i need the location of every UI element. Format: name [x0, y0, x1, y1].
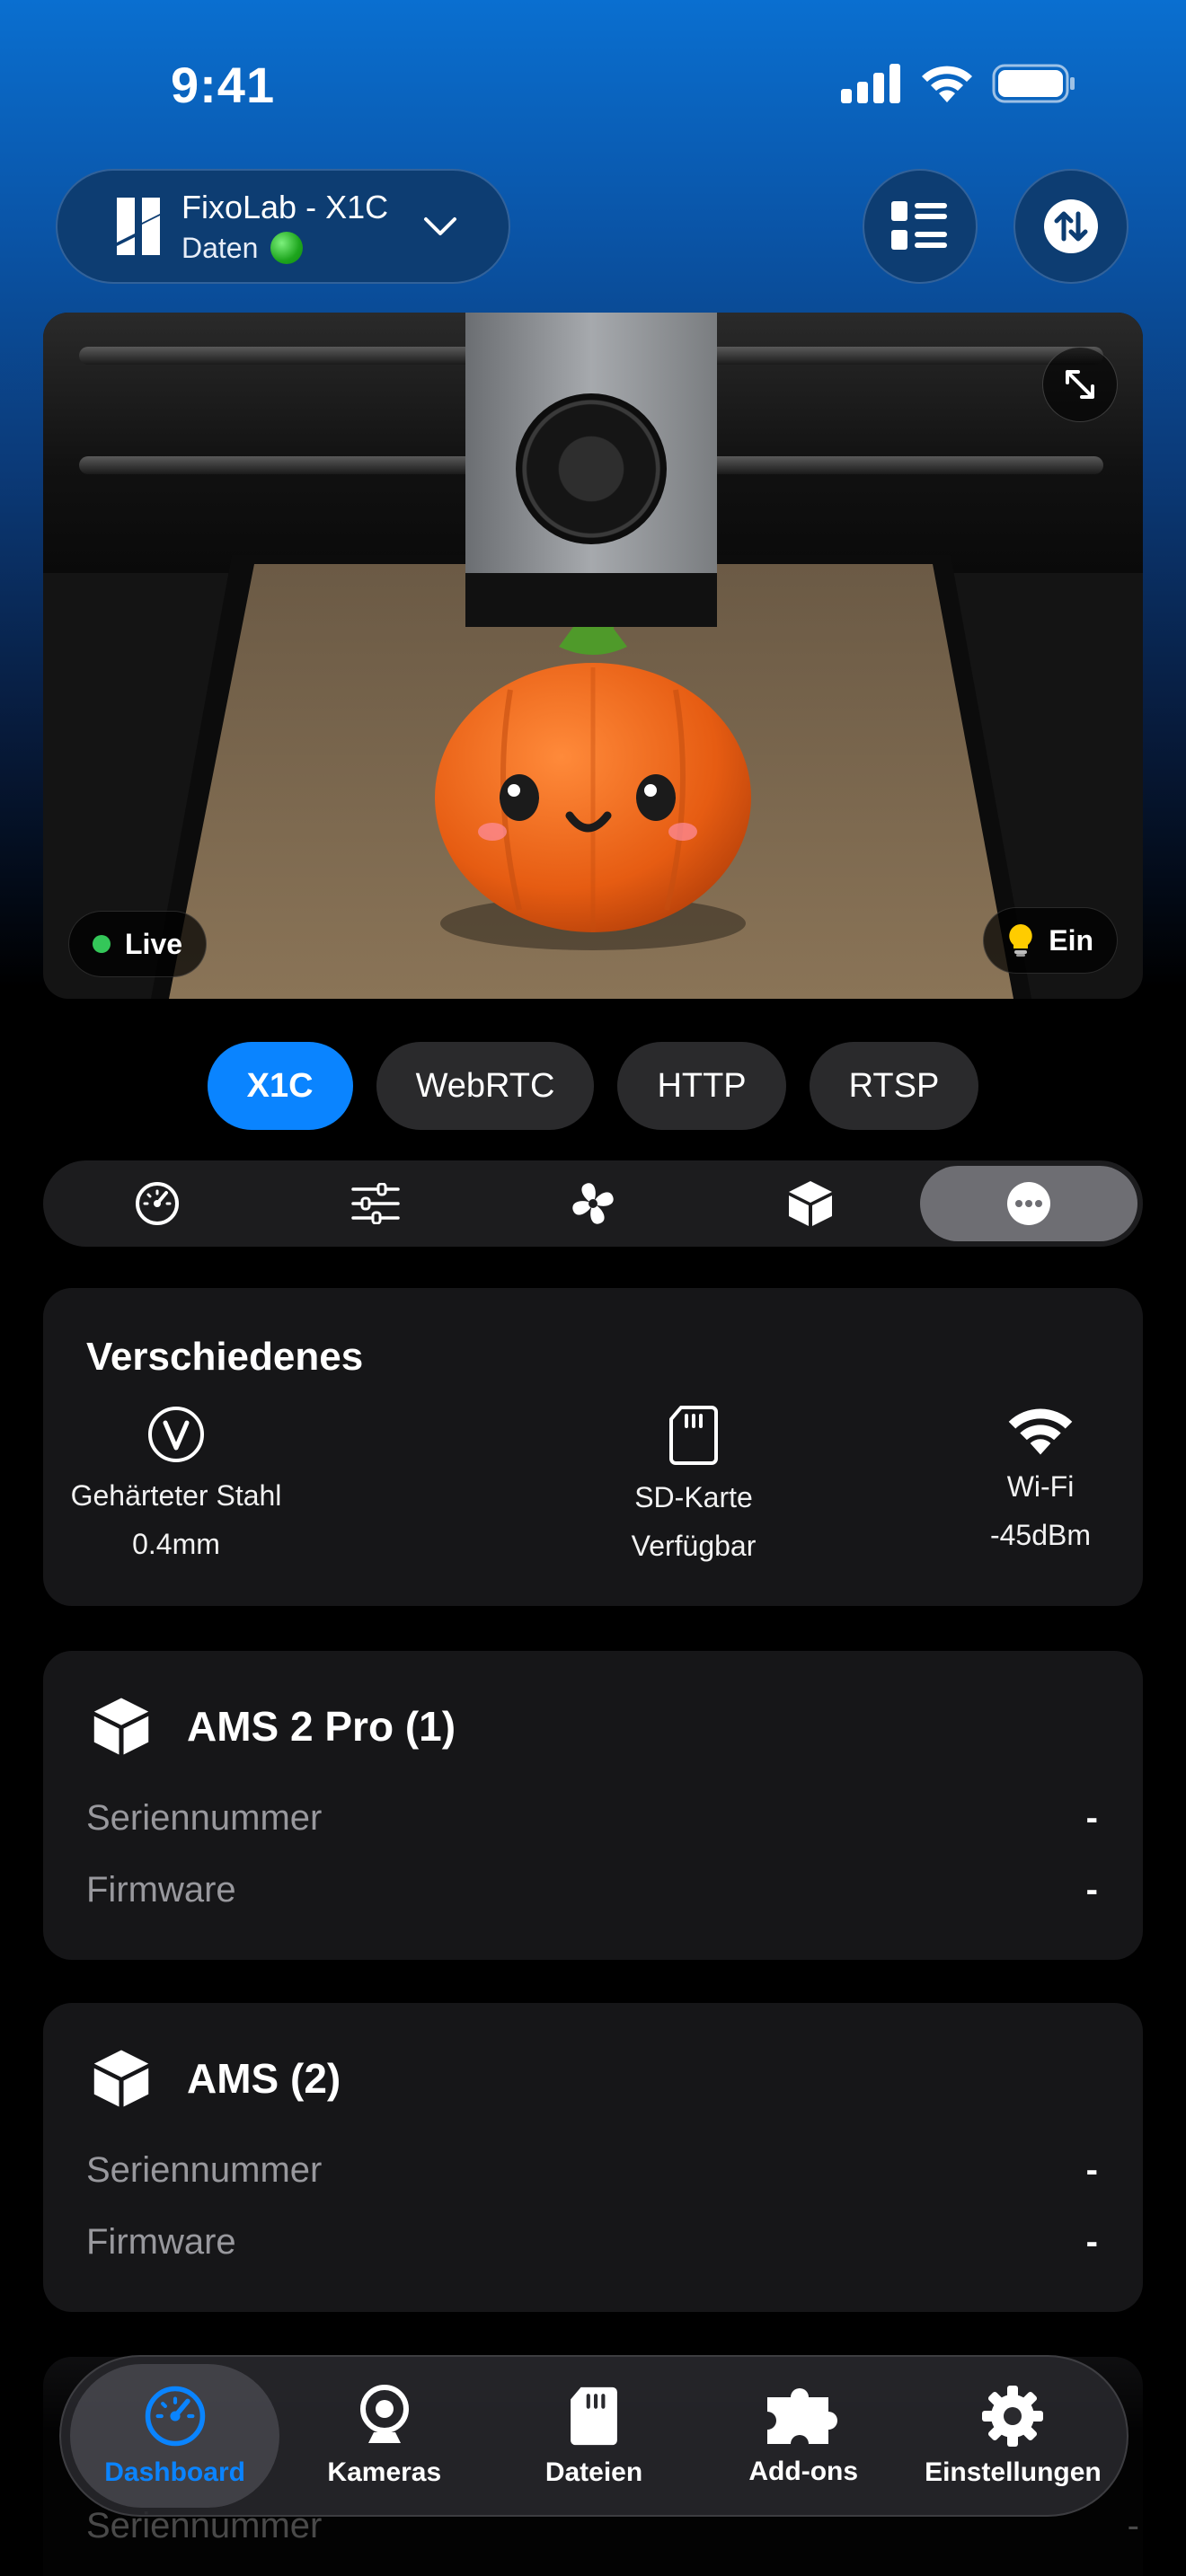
nozzle-size: 0.4mm: [132, 1528, 220, 1560]
stream-tab-webrtc[interactable]: WebRTC: [376, 1042, 595, 1130]
tab-label: Dashboard: [104, 2457, 245, 2487]
toolhead-fan: [516, 393, 667, 544]
bottom-tab-bar: Dashboard Kameras Dateien Add-ons Einste…: [59, 2355, 1128, 2517]
ams-card: AMS (2) Seriennummer - Firmware -: [43, 2003, 1143, 2312]
ams-title: AMS (2): [187, 2055, 341, 2102]
more-icon: [1006, 1182, 1050, 1225]
sliders-icon: [350, 1183, 400, 1224]
serial-value: -: [1085, 1798, 1098, 1838]
status-time: 9:41: [171, 57, 276, 113]
live-label: Live: [125, 927, 183, 960]
firmware-label: Firmware: [86, 2222, 236, 2262]
app-screen: 9:41 FixoLab - X1C Daten Live Ein X1C We…: [0, 0, 1186, 2576]
cube-icon: [93, 1698, 149, 1755]
printer-selector[interactable]: FixoLab - X1C Daten: [56, 169, 510, 284]
misc-title: Verschiedenes: [86, 1335, 364, 1379]
wifi-info: Wi-Fi -45dBm: [951, 1405, 1130, 1559]
plate-type: Gehärteter Stahl: [70, 1479, 282, 1512]
lightbulb-icon: [1009, 924, 1032, 957]
firmware-value: -: [1085, 1870, 1098, 1910]
stream-tab-rtsp[interactable]: RTSP: [809, 1042, 979, 1130]
light-toggle[interactable]: Ein: [983, 907, 1118, 974]
gear-icon: [982, 2386, 1044, 2447]
stream-tab-x1c[interactable]: X1C: [207, 1042, 353, 1130]
printer-subtitle-row: Daten: [181, 232, 388, 265]
tab-label: Einstellungen: [925, 2457, 1102, 2487]
bambu-logo-icon: [117, 198, 160, 255]
plate-v-icon: [148, 1407, 204, 1462]
stream-source-tabs: X1C WebRTC HTTP RTSP: [0, 1042, 1186, 1130]
sd-card-icon: [669, 1406, 718, 1465]
tab-label: Kameras: [327, 2457, 442, 2487]
ams-serial-row: Seriennummer -: [86, 1798, 1098, 1839]
list-view-button[interactable]: [863, 169, 978, 284]
misc-card: Verschiedenes Gehärteter Stahl 0.4mm SD-…: [43, 1288, 1143, 1606]
serial-label: Seriennummer: [86, 2150, 323, 2190]
tab-dashboard[interactable]: Dashboard: [70, 2364, 280, 2508]
firmware-label: Firmware: [86, 1870, 236, 1910]
sd-card-status: Verfügbar: [631, 1530, 757, 1562]
sd-card-label: SD-Karte: [634, 1481, 753, 1513]
toolhead-base: [465, 573, 717, 627]
serial-label: Seriennummer: [86, 1798, 323, 1838]
webcam-icon: [359, 2385, 409, 2443]
live-dot: [93, 935, 111, 953]
ams-firmware-row: Firmware -: [86, 1870, 1098, 1910]
printer-texts: FixoLab - X1C Daten: [181, 189, 388, 265]
ams-header: AMS (2): [92, 2048, 341, 2109]
cube-icon: [93, 2050, 149, 2107]
wifi-status-icon: [922, 66, 972, 102]
status-bar: 9:41: [0, 0, 1186, 171]
arrows-up-down-icon: [1044, 199, 1098, 253]
chevron-down-icon: [424, 217, 456, 235]
ams-serial-row: Seriennummer -: [86, 2150, 1098, 2191]
ams-firmware-row: Firmware -: [86, 2222, 1098, 2263]
connection-status-dot: [270, 232, 304, 264]
printer-name: FixoLab - X1C: [181, 188, 389, 225]
tab-dateien[interactable]: Dateien: [489, 2364, 698, 2508]
section-tab-controls[interactable]: [266, 1166, 483, 1241]
light-label: Ein: [1049, 923, 1093, 957]
status-icons: [841, 63, 1076, 104]
fan-icon: [572, 1183, 614, 1224]
tab-einstellungen[interactable]: Einstellungen: [908, 2364, 1118, 2508]
puzzle-icon: [767, 2387, 838, 2444]
tab-label: Dateien: [544, 2457, 643, 2487]
section-tab-ams[interactable]: [702, 1166, 919, 1241]
ams-header: AMS 2 Pro (1): [92, 1696, 456, 1757]
wifi-label: Wi-Fi: [1006, 1470, 1075, 1503]
ams-title: AMS 2 Pro (1): [187, 1703, 456, 1750]
speedometer-icon: [145, 2386, 205, 2447]
wifi-signal: -45dBm: [989, 1519, 1092, 1551]
speedometer-icon: [136, 1182, 180, 1225]
section-segmented-control: [43, 1160, 1143, 1247]
camera-view[interactable]: Live Ein: [43, 313, 1143, 999]
cube-icon: [789, 1181, 833, 1226]
list-icon: [891, 201, 947, 250]
printer-toolhead: [465, 313, 717, 618]
tab-kameras[interactable]: Kameras: [279, 2364, 489, 2508]
ams-card: AMS 2 Pro (1) Seriennummer - Firmware -: [43, 1651, 1143, 1960]
transfer-button[interactable]: [1013, 169, 1128, 284]
fullscreen-button[interactable]: [1042, 347, 1118, 422]
section-tab-fans[interactable]: [484, 1166, 702, 1241]
tab-label: Add-ons: [748, 2457, 859, 2486]
section-tab-status[interactable]: [49, 1166, 266, 1241]
wifi-icon: [1008, 1408, 1073, 1455]
plate-info: Gehärteter Stahl 0.4mm: [71, 1405, 281, 1568]
serial-value: -: [1085, 2150, 1098, 2190]
cellular-signal-icon: [841, 64, 900, 103]
printer-subtitle: Daten: [181, 231, 259, 264]
sd-card-info: SD-Karte Verfügbar: [559, 1405, 828, 1570]
firmware-value: -: [1085, 2222, 1098, 2262]
stream-tab-http[interactable]: HTTP: [617, 1042, 786, 1130]
section-tab-more[interactable]: [919, 1166, 1138, 1241]
expand-icon: [1066, 370, 1094, 399]
ghost-serial-value: -: [1127, 2506, 1139, 2545]
tab-add-ons[interactable]: Add-ons: [699, 2364, 908, 2508]
sd-card-icon: [571, 2386, 617, 2446]
battery-icon: [992, 64, 1075, 103]
live-badge: Live: [68, 911, 208, 977]
